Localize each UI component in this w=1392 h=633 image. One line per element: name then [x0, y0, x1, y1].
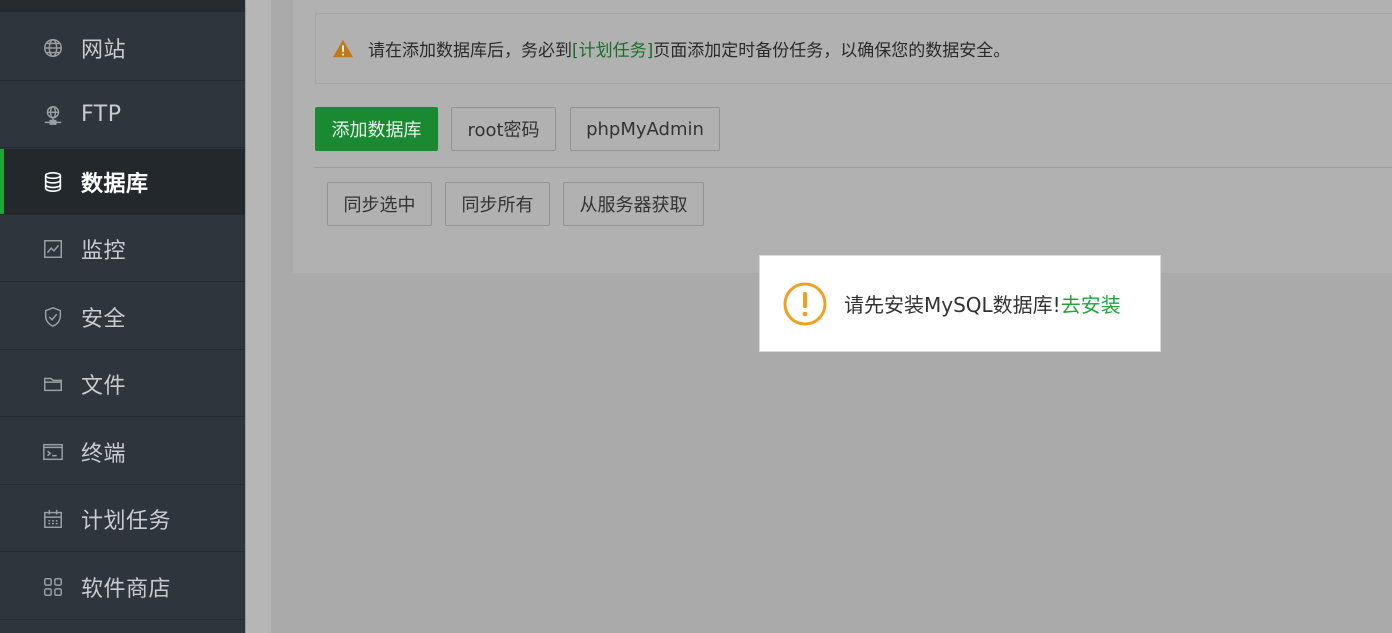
sidebar-item-website[interactable]: 网站 — [0, 15, 245, 81]
go-install-link[interactable]: 去安装 — [1061, 293, 1121, 317]
sidebar-top-item[interactable] — [0, 0, 245, 12]
alert-text-before: 请在添加数据库后，务必到 — [368, 41, 572, 61]
database-icon — [41, 170, 65, 194]
backup-warning-alert: 请在添加数据库后，务必到[计划任务]页面添加定时备份任务，以确保您的数据安全。 — [315, 13, 1392, 84]
cron-task-link[interactable]: [计划任务] — [572, 41, 653, 61]
sidebar-item-label: 计划任务 — [81, 508, 172, 534]
sidebar-item-files[interactable]: 文件 — [0, 351, 245, 417]
sync-all-button[interactable]: 同步所有 — [445, 182, 550, 226]
apps-grid-icon — [41, 575, 65, 599]
sidebar-gutter — [245, 0, 271, 633]
sidebar-item-label: 网站 — [81, 37, 127, 63]
sidebar-item-label: 数据库 — [81, 171, 149, 197]
dialog-message-text: 请先安装MySQL数据库! — [844, 293, 1061, 317]
sidebar-item-label: 软件商店 — [81, 576, 172, 602]
sidebar-item-security[interactable]: 安全 — [0, 284, 245, 350]
terminal-icon — [41, 440, 65, 464]
sidebar-item-label: 终端 — [81, 441, 127, 467]
add-database-button[interactable]: 添加数据库 — [315, 107, 438, 151]
sidebar-item-label: 安全 — [81, 306, 127, 332]
toolbar-divider — [315, 167, 1392, 168]
alert-message: 请在添加数据库后，务必到[计划任务]页面添加定时备份任务，以确保您的数据安全。 — [368, 36, 1010, 61]
globe-icon — [41, 36, 65, 60]
calendar-icon — [41, 507, 65, 531]
sidebar-item-cron[interactable]: 计划任务 — [0, 486, 245, 552]
sidebar-item-database[interactable]: 数据库 — [0, 149, 245, 215]
sidebar-item-terminal[interactable]: 终端 — [0, 419, 245, 485]
sidebar-item-label: 文件 — [81, 373, 127, 399]
alert-text-after: 页面添加定时备份任务，以确保您的数据安全。 — [653, 41, 1011, 61]
sidebar-item-label: 监控 — [81, 238, 127, 264]
sidebar-item-label: FTP — [81, 102, 122, 127]
shield-icon — [41, 305, 65, 329]
sidebar: 网站 FTP 数据库 监控 安全 文件 终端 计划任务 软件商店 — [0, 0, 245, 633]
fetch-from-server-button[interactable]: 从服务器获取 — [563, 182, 704, 226]
sync-selected-button[interactable]: 同步选中 — [327, 182, 432, 226]
sidebar-item-ftp[interactable]: FTP — [0, 82, 245, 148]
folder-icon — [41, 372, 65, 396]
sidebar-item-app-store[interactable]: 软件商店 — [0, 554, 245, 620]
warning-icon — [332, 38, 354, 60]
install-mysql-dialog: 请先安装MySQL数据库!去安装 — [759, 255, 1161, 352]
root-password-button[interactable]: root密码 — [451, 107, 556, 151]
phpmyadmin-button[interactable]: phpMyAdmin — [570, 107, 720, 151]
monitor-chart-icon — [41, 237, 65, 261]
dialog-message: 请先安装MySQL数据库!去安装 — [844, 289, 1121, 318]
sidebar-item-monitor[interactable]: 监控 — [0, 216, 245, 282]
exclamation-circle-icon — [782, 281, 828, 327]
ftp-network-icon — [41, 103, 65, 127]
